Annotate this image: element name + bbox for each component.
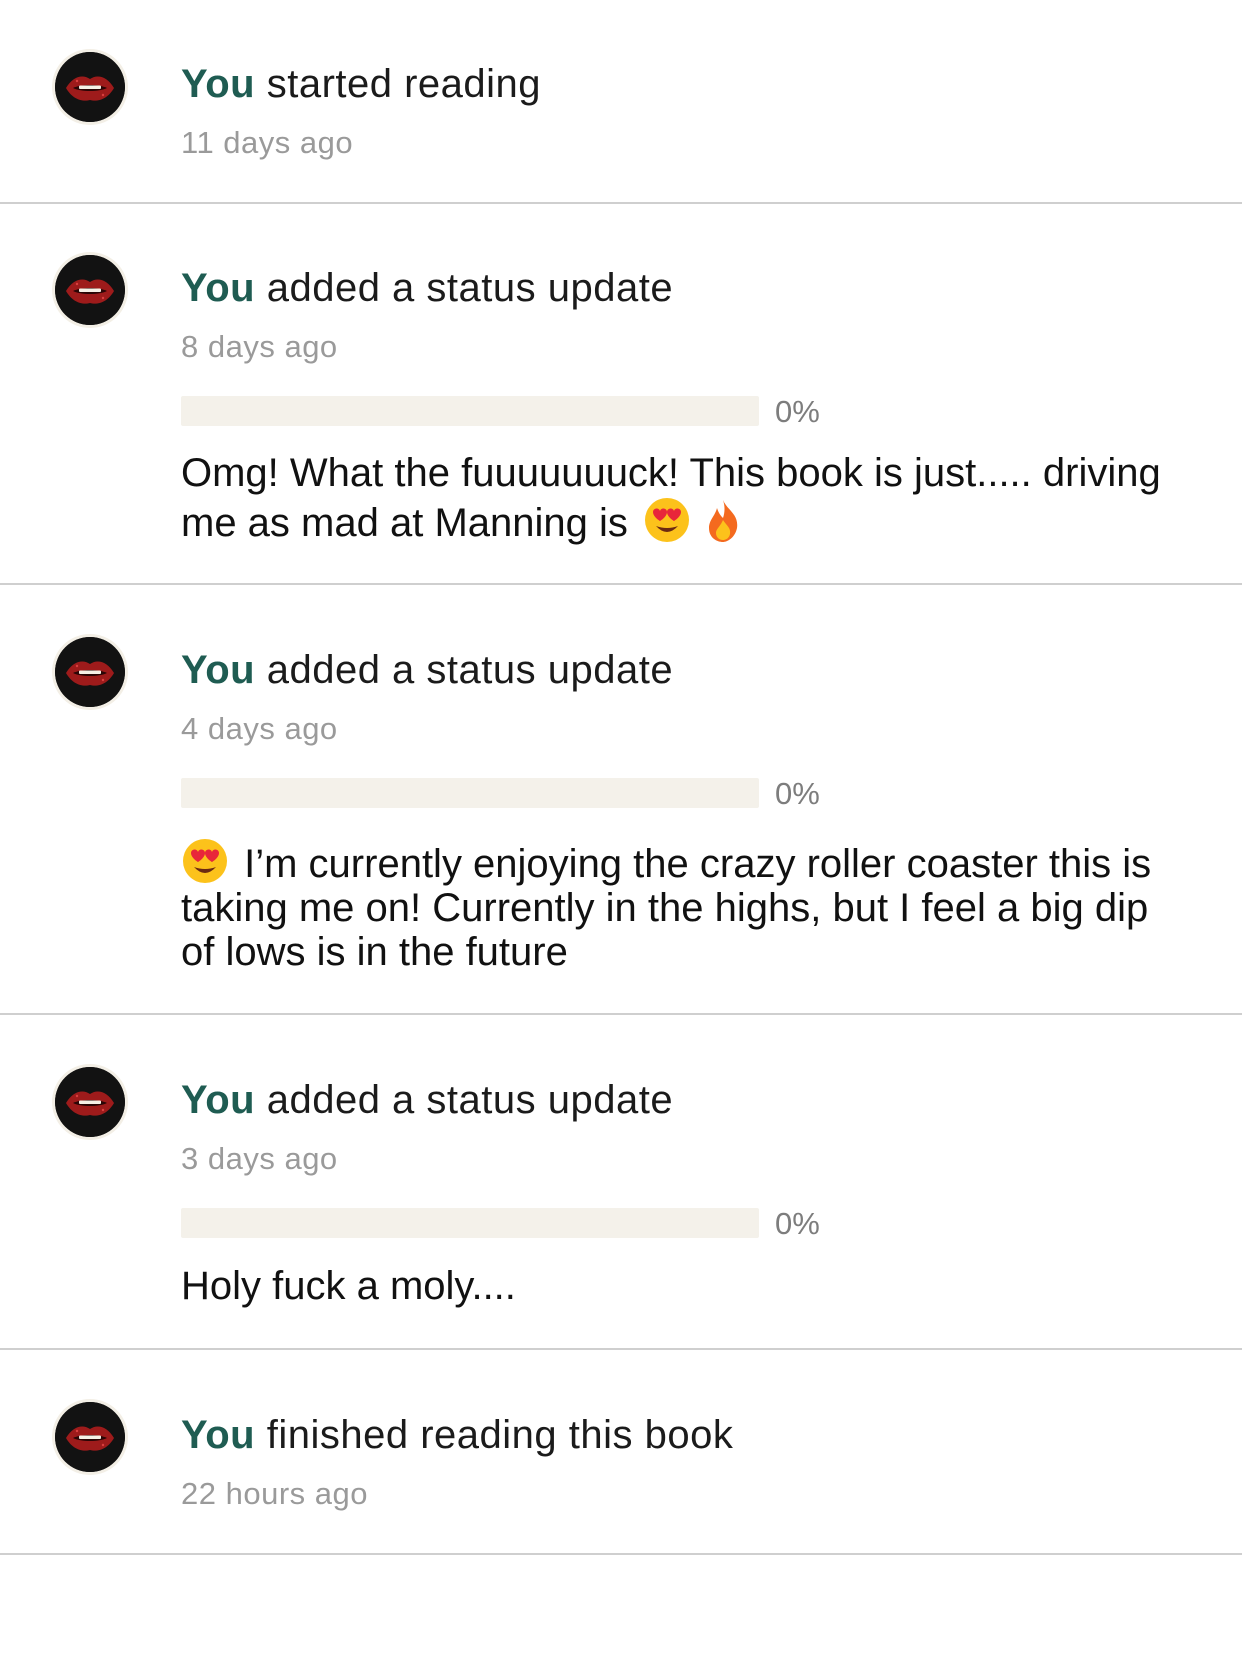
heart-eyes-emoji-icon <box>643 496 691 544</box>
activity-timestamp[interactable]: 22 hours ago <box>181 1475 368 1513</box>
activity-headline: You finished reading this book <box>181 1411 733 1459</box>
avatar[interactable] <box>55 52 125 122</box>
divider <box>0 1553 1242 1555</box>
activity-action: added a status update <box>266 266 674 310</box>
actor-link[interactable]: You <box>181 1078 255 1122</box>
activity-feed: You started reading 11 days ago You adde… <box>0 0 1242 1662</box>
activity-entry: You finished reading this book 22 hours … <box>0 1350 1242 1560</box>
status-text-body: I’m currently enjoying the crazy roller … <box>181 842 1152 974</box>
activity-timestamp[interactable]: 11 days ago <box>181 124 353 162</box>
activity-headline: You added a status update <box>181 646 673 694</box>
activity-action: started reading <box>266 62 542 106</box>
activity-timestamp[interactable]: 3 days ago <box>181 1140 338 1178</box>
progress-percent: 0% <box>775 394 820 429</box>
heart-eyes-emoji-icon <box>181 837 229 885</box>
status-update-text: I’m currently enjoying the crazy roller … <box>181 837 1191 974</box>
status-update-text: Omg! What the fuuuuuuuck! This book is j… <box>181 450 1191 546</box>
lips-logo-icon <box>55 637 125 707</box>
avatar[interactable] <box>55 637 125 707</box>
avatar[interactable] <box>55 1402 125 1472</box>
activity-entry: You added a status update 4 days ago 0% … <box>0 585 1242 1015</box>
activity-action: added a status update <box>266 1078 674 1122</box>
activity-headline: You started reading <box>181 60 541 108</box>
lips-logo-icon <box>55 1067 125 1137</box>
avatar[interactable] <box>55 1067 125 1137</box>
actor-link[interactable]: You <box>181 648 255 692</box>
activity-headline: You added a status update <box>181 1076 673 1124</box>
activity-headline: You added a status update <box>181 264 673 312</box>
lips-logo-icon <box>55 1402 125 1472</box>
divider <box>0 202 1242 204</box>
activity-timestamp[interactable]: 4 days ago <box>181 710 338 748</box>
lips-logo-icon <box>55 52 125 122</box>
activity-entry: You started reading 11 days ago <box>0 0 1242 205</box>
activity-action: finished reading this book <box>266 1413 734 1457</box>
actor-link[interactable]: You <box>181 62 255 106</box>
progress-bar <box>181 778 759 808</box>
lips-logo-icon <box>55 255 125 325</box>
activity-action: added a status update <box>266 648 674 692</box>
progress-bar <box>181 396 759 426</box>
fire-emoji-icon <box>699 496 747 544</box>
status-update-text: Holy fuck a moly.... <box>181 1264 516 1308</box>
actor-link[interactable]: You <box>181 266 255 310</box>
progress-percent: 0% <box>775 1206 820 1241</box>
activity-entry: You added a status update 8 days ago 0% … <box>0 205 1242 585</box>
progress-percent: 0% <box>775 776 820 811</box>
progress-bar <box>181 1208 759 1238</box>
avatar[interactable] <box>55 255 125 325</box>
actor-link[interactable]: You <box>181 1413 255 1457</box>
activity-entry: You added a status update 3 days ago 0% … <box>0 1015 1242 1350</box>
activity-timestamp[interactable]: 8 days ago <box>181 328 338 366</box>
